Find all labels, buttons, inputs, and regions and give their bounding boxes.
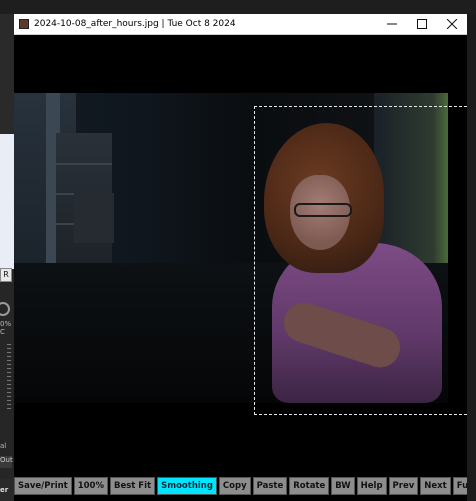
close-button[interactable] [437,14,467,35]
desktop-background-top [0,0,476,14]
maximize-button[interactable] [407,14,437,35]
toolbar-button-copy[interactable]: Copy [218,477,251,495]
image-viewer-window: 2024-10-08_after_hours.jpg | Tue Oct 8 2… [14,14,467,501]
background-ruler [7,344,11,410]
toolbar-button-rotate[interactable]: Rotate [289,477,330,495]
toolbar-button-next[interactable]: Next [420,477,451,495]
photo-shelf-line [56,163,112,165]
minimize-icon [387,23,397,25]
app-icon [19,19,29,29]
background-label-out: Out [0,456,13,468]
window-title: 2024-10-08_after_hours.jpg | Tue Oct 8 2… [34,19,236,29]
maximize-icon [417,19,427,29]
toolbar-button-fullscreen[interactable]: Fullscreen [452,477,467,495]
selection-rectangle[interactable] [254,106,467,415]
toolbar-button-paste[interactable]: Paste [252,477,288,495]
close-icon [447,19,457,29]
background-panel-box: R [0,268,12,282]
toolbar-button-save-print[interactable]: Save/Print [14,477,72,495]
toolbar-button-help[interactable]: Help [356,477,387,495]
background-window-strip [0,134,14,269]
desktop-background-right [467,14,476,501]
toolbar-button-bw[interactable]: BW [331,477,355,495]
minimize-button[interactable] [377,14,407,35]
toolbar-button-100-[interactable]: 100% [73,477,108,495]
photo-boxes [74,193,114,243]
background-label-er: er [0,486,9,494]
background-percent-label: 0% C [0,320,12,336]
toolbar-button-smoothing[interactable]: Smoothing [157,477,217,495]
toolbar-footer [14,495,467,501]
background-label-al: al [0,442,7,450]
toolbar-button-best-fit[interactable]: Best Fit [109,477,156,495]
image-viewport[interactable] [14,35,467,475]
title-bar[interactable]: 2024-10-08_after_hours.jpg | Tue Oct 8 2… [14,14,467,35]
background-app-sliver: R 0% C al Out er [0,14,14,501]
viewer-toolbar: Save/Print 100% Best Fit Smoothing Copy Paste… [14,477,467,495]
toolbar-button-prev[interactable]: Prev [388,477,419,495]
